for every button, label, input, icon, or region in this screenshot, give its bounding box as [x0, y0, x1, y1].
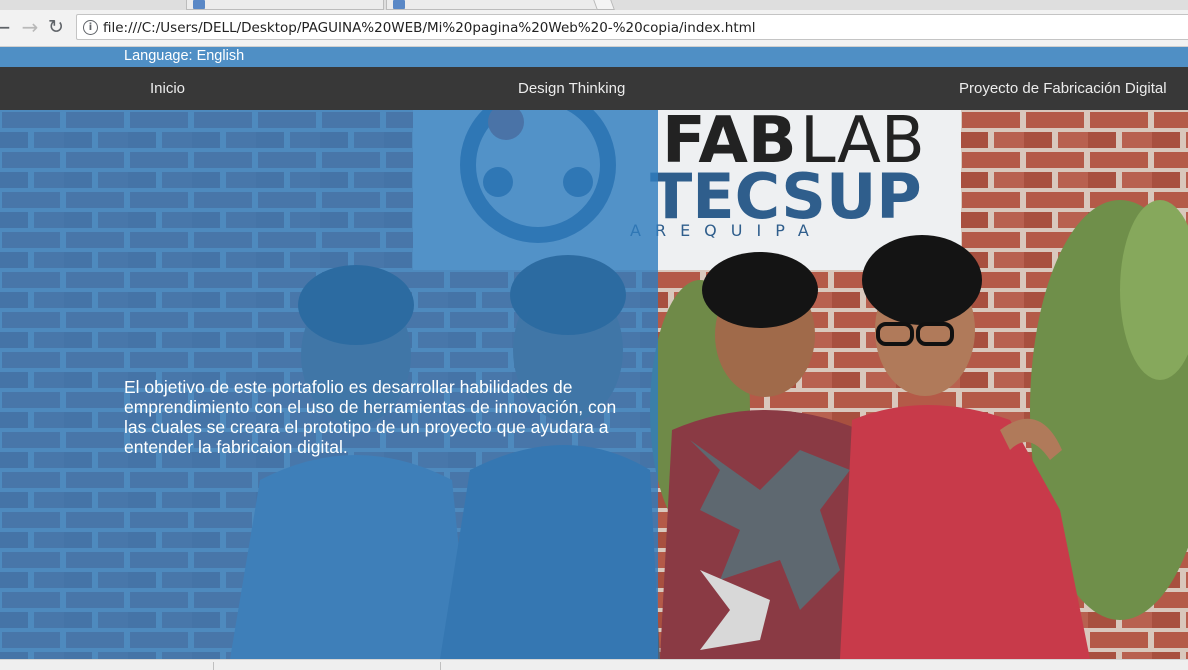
browser-toolbar: ← → ↻ i file:///C:/Users/DELL/Desktop/PA…	[0, 10, 1188, 47]
browser-tab[interactable]	[386, 0, 606, 10]
favicon-icon	[393, 0, 405, 9]
favicon-icon	[193, 0, 205, 9]
info-icon[interactable]: i	[83, 20, 98, 35]
browser-tab[interactable]	[186, 0, 384, 10]
main-navigation: Inicio Design Thinking Proyecto de Fabri…	[0, 67, 1188, 110]
back-arrow-icon[interactable]: ←	[0, 17, 12, 37]
language-bar: Language: English	[0, 47, 1188, 67]
nav-link-proyecto-fabricacion-digital[interactable]: Proyecto de Fabricación Digital	[959, 80, 1167, 97]
address-bar[interactable]: i file:///C:/Users/DELL/Desktop/PAGUINA%…	[76, 14, 1188, 40]
browser-status-bar	[0, 659, 1188, 670]
tab-strip	[0, 0, 1188, 10]
hero-description: El objetivo de este portafolio es desarr…	[124, 377, 617, 457]
svg-text:AREQUIPA: AREQUIPA	[630, 221, 823, 240]
url-text[interactable]: file:///C:/Users/DELL/Desktop/PAGUINA%20…	[103, 20, 756, 36]
nav-link-design-thinking[interactable]: Design Thinking	[518, 80, 625, 97]
language-selector[interactable]: Language: English	[124, 48, 244, 64]
forward-arrow-icon[interactable]: →	[20, 17, 40, 37]
hero-section: FAB LAB TECSUP AREQUIPA El objetivo de e…	[0, 110, 1188, 659]
reload-icon[interactable]: ↻	[46, 17, 66, 37]
nav-link-inicio[interactable]: Inicio	[150, 80, 185, 97]
